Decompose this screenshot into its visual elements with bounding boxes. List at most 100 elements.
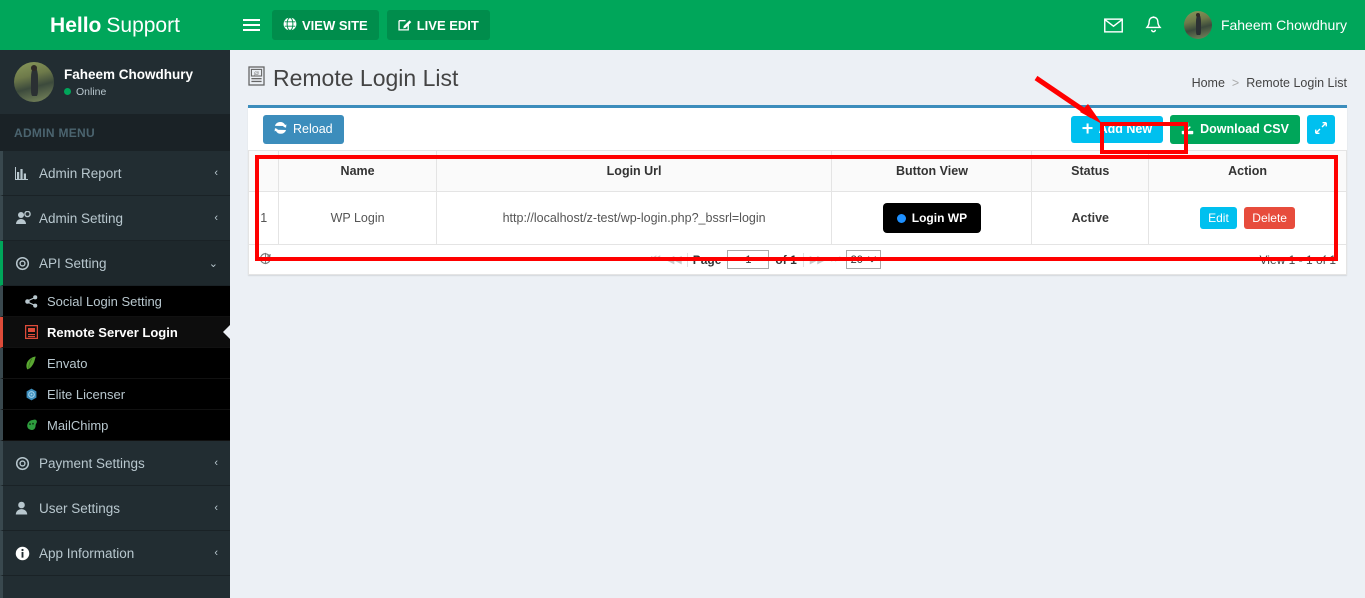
panel-toolbar: Reload Add New Download CSV bbox=[248, 108, 1347, 150]
live-edit-label: LIVE EDIT bbox=[416, 17, 479, 33]
view-site-label: VIEW SITE bbox=[302, 17, 368, 33]
remote-login-table: Name Login Url Button View Status Action… bbox=[247, 150, 1347, 246]
app-root: Hello Support Faheem Chowdhury Online AD… bbox=[0, 0, 1365, 598]
envelope-icon[interactable] bbox=[1094, 0, 1134, 50]
sidebar-item-admin-setting[interactable]: Admin Setting ‹ bbox=[0, 196, 230, 241]
globe-icon bbox=[283, 17, 297, 33]
pager-controls: ⏮ ◀◀ Page of 1 ▶▶ ⏭ 20 bbox=[651, 250, 881, 270]
delete-button[interactable]: Delete bbox=[1244, 207, 1295, 230]
info-icon bbox=[15, 546, 39, 561]
page-title: @ Remote Login List bbox=[248, 65, 458, 91]
navbar-user-menu[interactable]: Faheem Chowdhury bbox=[1174, 11, 1351, 39]
breadcrumb-separator: > bbox=[1231, 76, 1240, 90]
share-icon bbox=[25, 294, 47, 308]
login-wp-button[interactable]: Login WP bbox=[882, 203, 982, 234]
user-icon bbox=[15, 501, 39, 515]
sidebar-menu-header: ADMIN MENU bbox=[0, 115, 230, 151]
brand-light: Support bbox=[106, 13, 180, 37]
page-size-select[interactable]: 20 bbox=[845, 250, 881, 270]
cell-index: 1 bbox=[247, 191, 280, 246]
sidebar-item-elite-licenser[interactable]: Elite Licenser bbox=[0, 379, 230, 410]
download-csv-button[interactable]: Download CSV bbox=[1170, 114, 1300, 145]
refresh-icon bbox=[274, 122, 287, 137]
sidebar-item-admin-report[interactable]: Admin Report ‹ bbox=[0, 151, 230, 196]
sidebar-item-label: Social Login Setting bbox=[47, 293, 162, 309]
main-area: VIEW SITE LIVE EDIT Faheem Chowdhury @ R… bbox=[230, 0, 1365, 598]
breadcrumb-item-home[interactable]: Home bbox=[1192, 76, 1225, 90]
sidebar-item-placeholder[interactable] bbox=[0, 576, 230, 598]
sidebar-user-status: Online bbox=[64, 86, 193, 98]
page-input[interactable] bbox=[727, 250, 770, 270]
table-header-row: Name Login Url Button View Status Action bbox=[247, 150, 1347, 193]
chevron-left-icon: ‹ bbox=[214, 167, 218, 179]
sidebar-item-social-login-setting[interactable]: Social Login Setting bbox=[0, 286, 230, 317]
avatar bbox=[14, 62, 54, 102]
last-page-button[interactable]: ⏭ bbox=[831, 253, 841, 266]
table-pager: ⏮ ◀◀ Page of 1 ▶▶ ⏭ 20 View 1 - 1 of 1 bbox=[248, 245, 1347, 276]
sidebar-item-payment-settings[interactable]: Payment Settings ‹ bbox=[0, 441, 230, 486]
page-total-label: of 1 bbox=[775, 252, 804, 267]
online-dot-icon bbox=[64, 88, 71, 95]
pencil-square-icon bbox=[398, 17, 412, 33]
brand-bold: Hello bbox=[50, 13, 102, 37]
chart-bar-icon bbox=[15, 166, 39, 180]
gear-icon bbox=[15, 456, 39, 471]
sidebar-item-user-settings[interactable]: User Settings ‹ bbox=[0, 486, 230, 531]
cell-button-view: Login WP bbox=[831, 191, 1033, 246]
chevron-left-icon: ‹ bbox=[214, 502, 218, 514]
sidebar-item-remote-server-login[interactable]: Remote Server Login bbox=[0, 317, 231, 348]
panel-toolbar-right: Add New Download CSV bbox=[1070, 114, 1339, 145]
avatar bbox=[1183, 11, 1212, 39]
column-header-index[interactable] bbox=[247, 150, 280, 193]
download-csv-label: Download CSV bbox=[1200, 122, 1289, 137]
server-rack-icon: @ bbox=[248, 66, 265, 91]
chevron-left-icon: ‹ bbox=[214, 212, 218, 224]
svg-text:@: @ bbox=[254, 71, 260, 77]
sidebar: Hello Support Faheem Chowdhury Online AD… bbox=[0, 0, 231, 598]
breadcrumb-item-current: Remote Login List bbox=[1246, 76, 1347, 90]
sidebar-user-info: Faheem Chowdhury Online bbox=[64, 67, 193, 98]
sidebar-user-name: Faheem Chowdhury bbox=[64, 66, 194, 82]
reload-button[interactable]: Reload bbox=[263, 115, 344, 144]
expand-button[interactable] bbox=[1307, 115, 1335, 144]
breadcrumb: Home > Remote Login List bbox=[1192, 66, 1347, 90]
plus-icon bbox=[1082, 123, 1093, 137]
edit-button[interactable]: Edit bbox=[1200, 207, 1237, 230]
hamburger-icon[interactable] bbox=[230, 0, 272, 50]
first-page-button[interactable]: ⏮ bbox=[651, 253, 661, 266]
top-navbar: VIEW SITE LIVE EDIT Faheem Chowdhury bbox=[230, 0, 1365, 50]
sidebar-item-label: User Settings bbox=[39, 500, 121, 516]
live-edit-button[interactable]: LIVE EDIT bbox=[386, 10, 490, 40]
refresh-circle-icon[interactable] bbox=[259, 252, 272, 268]
bell-icon[interactable] bbox=[1134, 0, 1174, 50]
login-wp-label: Login WP bbox=[911, 211, 968, 226]
sidebar-item-api-setting[interactable]: API Setting ⌄ bbox=[0, 241, 230, 286]
column-header-name[interactable]: Name bbox=[278, 150, 437, 193]
prev-page-button[interactable]: ◀◀ bbox=[666, 253, 682, 266]
column-header-status[interactable]: Status bbox=[1031, 150, 1150, 193]
column-header-button-view[interactable]: Button View bbox=[831, 150, 1033, 193]
view-site-button[interactable]: VIEW SITE bbox=[272, 10, 379, 40]
content-header: @ Remote Login List Home > Remote Login … bbox=[230, 50, 1365, 91]
sidebar-item-label: Remote Server Login bbox=[47, 324, 178, 340]
sidebar-user-status-label: Online bbox=[76, 85, 107, 98]
brand-logo[interactable]: Hello Support bbox=[0, 0, 230, 50]
sidebar-item-label: Envato bbox=[47, 355, 88, 371]
sidebar-item-envato[interactable]: Envato bbox=[0, 348, 230, 379]
sidebar-item-app-information[interactable]: App Information ‹ bbox=[0, 531, 230, 576]
status-badge: Active bbox=[1071, 211, 1109, 226]
sidebar-item-label: MailChimp bbox=[47, 417, 109, 433]
next-page-button[interactable]: ▶▶ bbox=[810, 253, 826, 266]
column-header-action[interactable]: Action bbox=[1148, 150, 1347, 193]
gear-icon bbox=[15, 256, 39, 271]
sidebar-user-panel[interactable]: Faheem Chowdhury Online bbox=[0, 50, 230, 115]
column-header-login-url[interactable]: Login Url bbox=[435, 150, 833, 193]
chevron-down-icon: ⌄ bbox=[208, 257, 218, 270]
sidebar-item-mailchimp[interactable]: MailChimp bbox=[0, 410, 230, 441]
table-row[interactable]: 1 WP Login http://localhost/z-test/wp-lo… bbox=[247, 191, 1347, 246]
cell-login-url: http://localhost/z-test/wp-login.php?_bs… bbox=[435, 191, 833, 246]
sidebar-item-label: Admin Setting bbox=[39, 210, 124, 226]
add-new-button[interactable]: Add New bbox=[1070, 115, 1164, 144]
sidebar-item-label: Admin Report bbox=[39, 165, 122, 181]
content: Reload Add New Download CSV Name Login U… bbox=[230, 91, 1365, 276]
